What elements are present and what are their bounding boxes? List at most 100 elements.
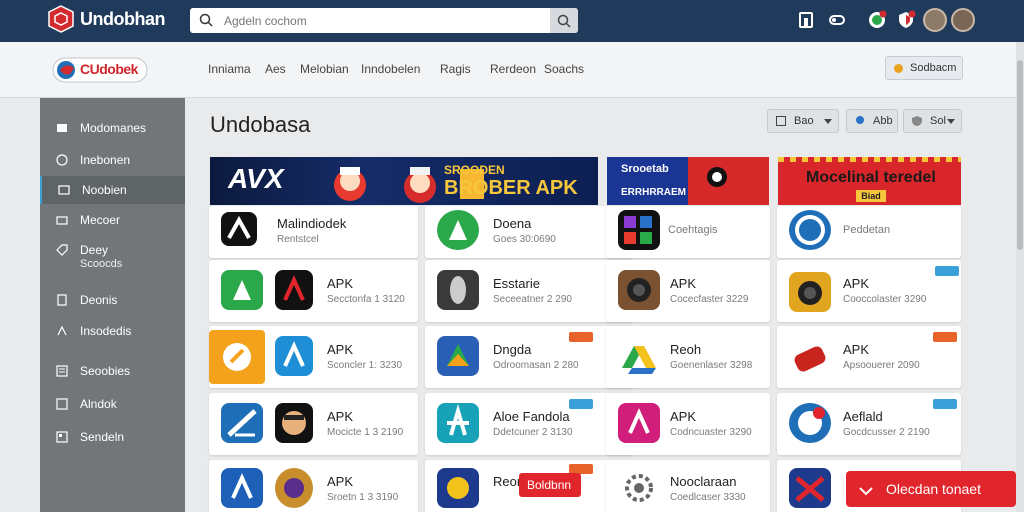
- app-card[interactable]: APK Sconcler 1: 3230: [209, 326, 418, 388]
- app-card[interactable]: Peddetan: [777, 206, 961, 258]
- app-logo-icon: [223, 343, 251, 371]
- sidebar-item[interactable]: Insodedis: [40, 317, 185, 345]
- nav-item[interactable]: Aes: [265, 62, 286, 76]
- sidebar-item-active[interactable]: Noobien: [40, 176, 185, 204]
- nav-item[interactable]: Melobian: [300, 62, 349, 76]
- brand-name[interactable]: Undobhan: [80, 9, 165, 30]
- app-icon: [221, 212, 257, 246]
- promo-banner[interactable]: Mocelinal teredel Biad: [778, 157, 961, 205]
- badge-tag: [933, 399, 957, 409]
- app-card[interactable]: Malindiodek Rentstcel: [209, 206, 418, 258]
- sidebar-item[interactable]: Seoobies: [40, 357, 185, 385]
- app-logo-icon: [447, 403, 469, 436]
- app-logo-icon: [284, 478, 304, 498]
- app-icon: [275, 270, 313, 310]
- scrollbar-thumb[interactable]: [1017, 60, 1023, 250]
- app-icon: [275, 336, 313, 376]
- promo-banner[interactable]: AVX SROODEN BROBER APK: [210, 157, 598, 205]
- app-icon: [618, 403, 660, 443]
- app-card[interactable]: APK Sroetn 1 3 3190: [209, 460, 418, 512]
- app-meta: Apsoouerer 2090: [843, 360, 920, 371]
- notification-icon[interactable]: [867, 10, 887, 30]
- app-card[interactable]: APK Codncuaster 3290: [606, 393, 770, 455]
- nav-item[interactable]: Soachs: [544, 62, 584, 76]
- app-card[interactable]: Reoh Goenenlaser 3298: [606, 326, 770, 388]
- header-cta-button[interactable]: Sodbacm: [885, 56, 963, 80]
- app-meta: Codncuaster 3290: [670, 427, 752, 438]
- banner-stripe: [778, 157, 961, 162]
- brand-logo-icon[interactable]: [48, 5, 74, 33]
- app-meta: Peddetan: [843, 224, 891, 236]
- avatar[interactable]: [951, 8, 975, 32]
- app-meta: Coedlcaser 3330: [670, 492, 746, 503]
- app-icon: [437, 468, 479, 508]
- app-card[interactable]: APK Secctonfa 1 3120: [209, 260, 418, 322]
- app-card[interactable]: Aeflald Gocdcusser 2 2190: [777, 393, 961, 455]
- toggle-icon[interactable]: [828, 11, 846, 29]
- avatar[interactable]: [923, 8, 947, 32]
- nav-item[interactable]: Rerdeon: [490, 62, 536, 76]
- app-card[interactable]: APK Cooccolaster 3290: [777, 260, 961, 322]
- app-icon: [789, 403, 831, 443]
- app-icon: [437, 336, 479, 376]
- sidebar-item[interactable]: Sendeln: [40, 423, 185, 451]
- banner-title: Mocelinal teredel: [806, 169, 936, 186]
- app-card[interactable]: APK Apsoouerer 2090: [777, 326, 961, 388]
- search-bar: [190, 8, 578, 33]
- app-card[interactable]: Esstarie Seceeatner 2 290: [425, 260, 634, 322]
- page-title: Undobasa: [210, 112, 311, 137]
- app-icon: [789, 210, 831, 250]
- floating-download-button[interactable]: Olecdan tonaet: [846, 471, 1016, 507]
- app-card[interactable]: Dngda Odroomasan 2 280: [425, 326, 634, 388]
- app-icon: [275, 403, 313, 443]
- app-card[interactable]: Nooclaraan Coedlcaser 3330: [606, 460, 770, 512]
- badge-tag: [933, 332, 957, 342]
- sidebar-item[interactable]: Mecoer: [40, 206, 185, 234]
- app-icon: [437, 403, 479, 443]
- bookmark-icon[interactable]: [797, 11, 815, 29]
- badge-tag: [569, 399, 593, 409]
- app-title: Malindiodek: [277, 216, 347, 231]
- toolbar-dropdown[interactable]: Sol: [903, 109, 962, 133]
- app-icon: [618, 210, 660, 250]
- sidebar-item[interactable]: Deey Scoocds: [40, 236, 185, 280]
- app-card[interactable]: Doena Goes 30:0690: [425, 206, 634, 258]
- app-logo-icon: [628, 408, 650, 434]
- app-logo-icon: [447, 344, 469, 366]
- app-card[interactable]: APK Cocecfaster 3229: [606, 260, 770, 322]
- sidebar-item[interactable]: Deonis: [40, 286, 185, 314]
- promo-banner[interactable]: Srooetab ERRHRRAEM: [607, 157, 769, 205]
- toolbar-dropdown-label: Bao: [794, 115, 814, 127]
- status-dot-icon: [894, 64, 903, 73]
- app-card[interactable]: APK Mocicte 1 3 2190: [209, 393, 418, 455]
- box-icon: [58, 185, 70, 195]
- app-logo-icon: [795, 476, 825, 502]
- app-title: Aloe Fandola: [493, 409, 570, 424]
- shield-icon[interactable]: [896, 10, 916, 30]
- toolbar-button-label: Abb: [873, 115, 893, 127]
- header-cta-label: Sodbacm: [910, 62, 957, 74]
- app-card[interactable]: Coehtagis: [606, 206, 770, 258]
- install-button[interactable]: Boldbnn: [519, 473, 581, 497]
- app-meta: Cocecfaster 3229: [670, 294, 749, 305]
- app-meta: Sroetn 1 3 3190: [327, 492, 399, 503]
- sidebar-item[interactable]: Inebonen: [40, 146, 185, 174]
- app-meta: Goenenlaser 3298: [670, 360, 753, 371]
- app-icon: [209, 330, 265, 384]
- app-card[interactable]: Aloe Fandola Ddetcuner 2 3130: [425, 393, 634, 455]
- search-button[interactable]: [550, 8, 578, 33]
- app-meta: Mocicte 1 3 2190: [327, 427, 404, 438]
- toolbar-button[interactable]: Abb: [846, 109, 898, 133]
- sidebar-item[interactable]: Alndok: [40, 390, 185, 418]
- nav-item[interactable]: Inndobelen: [361, 62, 420, 76]
- nav-item[interactable]: Ragis: [440, 62, 471, 76]
- nav-item[interactable]: Inniama: [208, 62, 251, 76]
- app-logo-icon: [624, 216, 652, 244]
- character-icon: [282, 411, 306, 435]
- app-logo-icon: [233, 280, 251, 300]
- sidebar-item[interactable]: Modomanes: [40, 114, 185, 142]
- search-input[interactable]: [224, 11, 524, 30]
- search-icon: [199, 13, 213, 27]
- camera-icon: [627, 278, 651, 302]
- toolbar-dropdown[interactable]: Bao: [767, 109, 839, 133]
